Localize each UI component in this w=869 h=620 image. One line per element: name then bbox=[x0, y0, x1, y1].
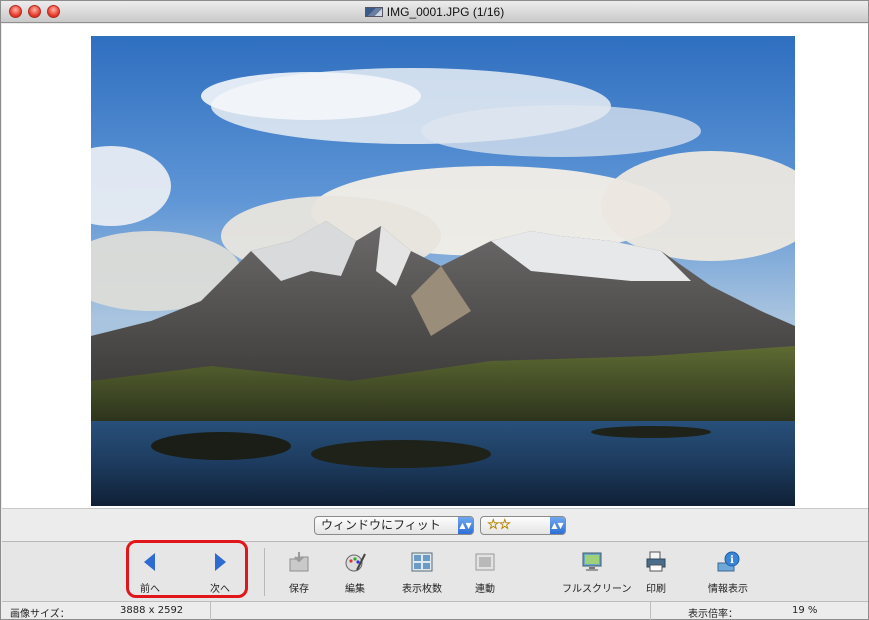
window-title: IMG_0001.JPG (1/16) bbox=[386, 5, 505, 19]
sync-button[interactable]: 連動 bbox=[455, 550, 515, 595]
viewer-window: IMG_0001.JPG (1/16) ウィンドウにフィット ▲▼ ☆☆ ▲▼ … bbox=[0, 0, 869, 620]
svg-text:i: i bbox=[730, 555, 734, 566]
fullscreen-button[interactable]: フルスクリーン bbox=[562, 550, 632, 595]
fit-mode-select[interactable]: ウィンドウにフィット ▲▼ bbox=[314, 516, 474, 535]
display-count-label: 表示枚数 bbox=[402, 584, 442, 595]
status-bar: 画像サイズ： 3888 x 2592 表示倍率： 19 % bbox=[2, 601, 868, 620]
edit-palette-icon bbox=[345, 553, 366, 572]
image-viewport[interactable] bbox=[2, 24, 868, 508]
fullscreen-label: フルスクリーン bbox=[562, 584, 632, 595]
displayed-photo[interactable] bbox=[91, 36, 795, 506]
save-button[interactable]: 保存 bbox=[269, 550, 329, 595]
select-arrows-icon: ▲▼ bbox=[550, 517, 565, 534]
info-button[interactable]: i 情報表示 bbox=[698, 550, 758, 595]
print-button[interactable]: 印刷 bbox=[626, 550, 686, 595]
edit-label: 編集 bbox=[345, 584, 365, 595]
monitor-icon bbox=[582, 552, 602, 571]
info-icon: i bbox=[717, 551, 740, 572]
window-title-container: IMG_0001.JPG (1/16) bbox=[1, 5, 868, 19]
zoom-label: 表示倍率： bbox=[688, 609, 738, 620]
image-size-label: 画像サイズ： bbox=[10, 609, 70, 620]
status-separator bbox=[210, 602, 211, 620]
sync-icon bbox=[475, 553, 495, 571]
prev-next-highlight bbox=[126, 540, 248, 598]
grid-layout-icon bbox=[411, 552, 433, 572]
image-file-icon bbox=[364, 7, 383, 17]
printer-icon bbox=[646, 551, 666, 572]
title-bar[interactable]: IMG_0001.JPG (1/16) bbox=[1, 1, 868, 23]
save-label: 保存 bbox=[289, 584, 309, 595]
fit-mode-value: ウィンドウにフィット bbox=[321, 518, 441, 532]
print-label: 印刷 bbox=[646, 584, 666, 595]
toolbar-separator bbox=[264, 548, 265, 596]
rating-select[interactable]: ☆☆ ▲▼ bbox=[480, 516, 566, 535]
status-separator bbox=[650, 602, 651, 620]
image-size-value: 3888 x 2592 bbox=[120, 605, 184, 616]
select-arrows-icon: ▲▼ bbox=[458, 517, 473, 534]
landscape-photo bbox=[91, 36, 795, 506]
info-label: 情報表示 bbox=[708, 584, 748, 595]
save-folder-icon bbox=[289, 552, 309, 572]
zoom-value: 19 % bbox=[792, 605, 818, 616]
edit-button[interactable]: 編集 bbox=[325, 550, 385, 595]
view-control-bar: ウィンドウにフィット ▲▼ ☆☆ ▲▼ bbox=[2, 508, 868, 541]
sync-label: 連動 bbox=[475, 584, 495, 595]
rating-stars: ☆☆ bbox=[487, 517, 512, 534]
display-count-button[interactable]: 表示枚数 bbox=[392, 550, 452, 595]
